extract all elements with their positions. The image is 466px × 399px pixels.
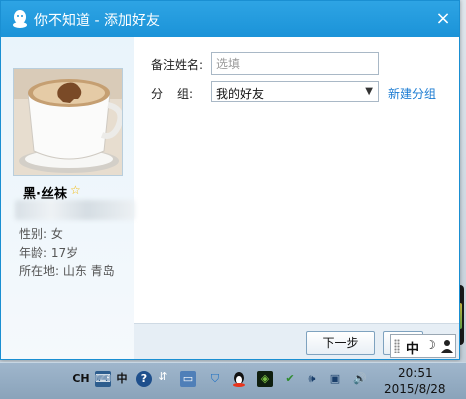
age-info: 年龄: 17岁 [19,246,79,260]
tray-language-ch[interactable]: CH [72,371,90,387]
usb-device-icon[interactable]: ▭ [180,371,196,387]
gender-info: 性别: 女 [19,227,63,241]
clock-date[interactable]: 2015/8/28 [384,382,446,396]
help-icon[interactable]: ? [136,371,152,387]
group-label-second: 组: [177,87,194,101]
network-monitor-icon[interactable]: ▣ [327,371,343,387]
tray-arrow-icon[interactable]: ⇵ [158,369,168,385]
title-bar[interactable]: 你不知道 - 添加好友 × [1,1,459,37]
profile-panel: 黑·丝袜 ☆ 性别: 女 年龄: 17岁 所在地: 山东 青岛 [1,37,135,359]
speaker-icon[interactable]: 🕪 [304,371,320,387]
ime-drag-handle[interactable] [394,339,400,353]
clock-time[interactable]: 20:51 [398,366,433,380]
close-icon: × [435,8,451,29]
group-select-value: 我的好友 [216,87,265,101]
blurred-account-number [15,200,135,220]
group-label-first: 分 [151,87,164,101]
remark-name-input[interactable] [211,52,379,75]
qq-penguin-icon [13,10,27,28]
security-shield-icon[interactable]: ⛉ [207,371,223,387]
window-title: 你不知道 - 添加好友 [34,13,160,29]
remark-name-label: 备注姓名: [151,58,204,72]
group-select[interactable]: 我的好友 ▼ [211,81,379,102]
close-button[interactable]: × [431,7,455,31]
volume-icon[interactable]: 🔊 [352,371,368,387]
avatar[interactable] [13,68,123,176]
qq-tray-icon[interactable] [231,371,247,387]
nvidia-icon[interactable]: ◈ [257,371,273,387]
add-friend-window: 你不知道 - 添加好友 × 黑·丝袜 ☆ 性别: 女 年龄: 17岁 所在地: … [0,0,460,360]
network-check-icon[interactable]: ✔ [282,371,298,387]
ime-language-toggle[interactable]: 中 [406,338,419,357]
ime-halfwidth-moon-icon[interactable]: ☽ [425,338,436,352]
coffee-cup-image [14,69,122,175]
ime-status-bar[interactable]: 中 ☽ [390,334,456,358]
keyboard-icon[interactable]: ⌨ [95,371,111,387]
location-info: 所在地: 山东 青岛 [19,264,115,278]
ime-user-icon[interactable] [441,339,453,353]
star-icon: ☆ [70,183,81,197]
tray-ime-indicator[interactable]: 中 [114,371,130,387]
dropdown-arrow-icon: ▼ [365,86,373,97]
next-button[interactable]: 下一步 [306,331,375,355]
new-group-link[interactable]: 新建分组 [388,85,436,102]
